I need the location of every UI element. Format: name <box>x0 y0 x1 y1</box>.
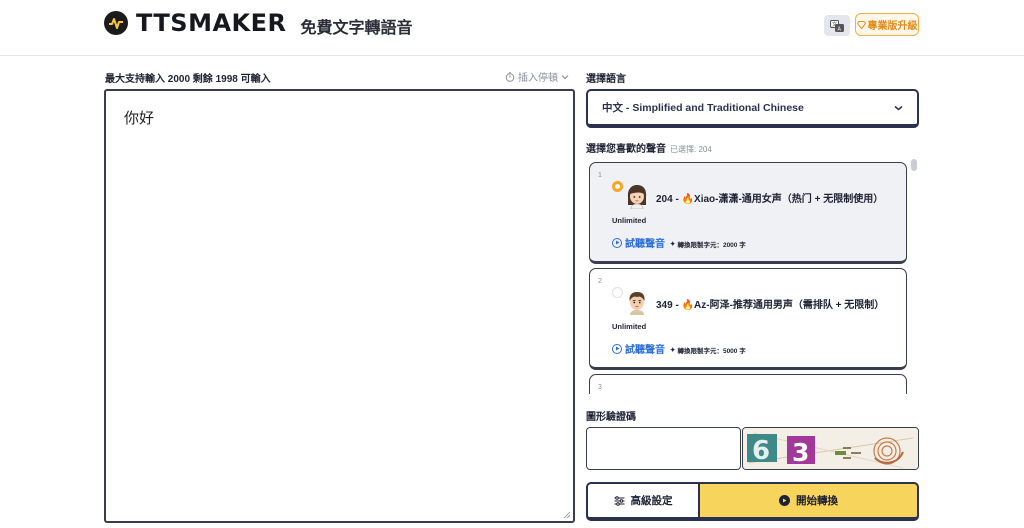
svg-text:3: 3 <box>792 438 809 467</box>
female-avatar-icon <box>627 185 647 209</box>
chevron-down-icon <box>561 74 569 79</box>
captcha-image[interactable]: 6 3 <box>742 427 919 470</box>
voice-label-text: 選擇您喜歡的聲音 <box>586 144 666 155</box>
svg-text:A: A <box>838 26 842 32</box>
voice-card[interactable]: 3 <box>589 374 907 394</box>
start-convert-button[interactable]: 開始轉換 <box>698 482 919 521</box>
voice-char-limit-text: 轉換限製字元：2000 字 <box>677 242 746 249</box>
logo[interactable]: TTSMAKER 免費文字轉語音 <box>104 9 413 37</box>
language-select[interactable]: 中文 - Simplified and Traditional Chinese <box>586 89 919 128</box>
male-avatar-icon <box>629 292 645 315</box>
voice-radio[interactable] <box>612 181 623 192</box>
translate-button[interactable]: 文A <box>824 15 850 36</box>
svg-text:6: 6 <box>752 436 770 466</box>
advanced-settings-label: 高級設定 <box>630 495 673 507</box>
voice-char-limit-text: 轉換限製字元：5000 字 <box>677 348 746 355</box>
sparkle-icon: ✦ <box>670 241 676 248</box>
voice-list[interactable]: 1 204 - 🔥Xiao-潇潇-通用女声（热门 + 无限制使用） Unlimi… <box>586 158 919 394</box>
voice-card[interactable]: 1 204 - 🔥Xiao-潇潇-通用女声（热门 + 无限制使用） Unlimi… <box>589 162 907 264</box>
insert-pause-button[interactable]: 插入停頓 <box>505 69 569 84</box>
preview-voice-button[interactable]: 試聽聲音 <box>612 235 665 250</box>
start-convert-label: 開始轉換 <box>796 495 838 507</box>
voice-badge: Unlimited <box>612 322 647 331</box>
voice-card[interactable]: 2 349 - 🔥Az-阿泽-推荐通用男声（需排队 + 无限制） Unlimit… <box>589 268 907 370</box>
voice-char-limit: ✦ 轉換限製字元：2000 字 <box>670 239 746 249</box>
translate-icon: 文A <box>830 19 844 32</box>
chevron-down-icon <box>894 105 903 110</box>
preview-voice-label: 試聽聲音 <box>625 345 665 356</box>
timer-icon <box>505 71 515 82</box>
char-limit-label: 最大支持輸入 2000 剩餘 1998 可輸入 <box>105 74 271 85</box>
top-header: TTSMAKER 免費文字轉語音 文A 專業版升級 <box>0 0 1024 56</box>
logo-text: TTSMAKER <box>136 9 287 37</box>
diamond-icon <box>856 20 866 29</box>
pro-upgrade-label: 專業版升級 <box>867 21 918 32</box>
captcha-label: 圖形驗證碼 <box>586 412 636 423</box>
text-input[interactable]: 你好 <box>104 89 575 523</box>
voice-list-scrollbar[interactable] <box>911 159 917 171</box>
site-subtitle: 免費文字轉語音 <box>300 20 413 37</box>
preview-voice-button[interactable]: 試聽聲音 <box>612 341 665 356</box>
insert-pause-label: 插入停頓 <box>518 73 558 84</box>
voice-index: 2 <box>598 278 602 285</box>
logo-icon <box>104 11 128 35</box>
voice-char-limit: ✦ 轉換限製字元：5000 字 <box>670 345 746 355</box>
sliders-icon <box>614 495 624 506</box>
sparkle-icon: ✦ <box>670 347 676 354</box>
voice-badge: Unlimited <box>612 216 647 225</box>
voice-radio[interactable] <box>612 287 623 298</box>
captcha-input[interactable] <box>586 427 741 470</box>
text-input-content: 你好 <box>124 110 155 127</box>
language-selected-value: 中文 - Simplified and Traditional Chinese <box>602 102 804 114</box>
play-icon <box>779 495 790 506</box>
language-label: 選擇語言 <box>586 74 626 85</box>
voice-name: 349 - 🔥Az-阿泽-推荐通用男声（需排队 + 无限制） <box>656 300 885 311</box>
pro-upgrade-button[interactable]: 專業版升級 <box>855 13 919 36</box>
play-icon <box>612 343 622 354</box>
resize-handle-icon[interactable] <box>563 511 571 519</box>
voice-index: 3 <box>598 384 602 391</box>
svg-text:文: 文 <box>832 21 837 28</box>
voice-name: 204 - 🔥Xiao-潇潇-通用女声（热门 + 无限制使用） <box>656 194 884 205</box>
preview-voice-label: 試聽聲音 <box>625 239 665 250</box>
advanced-settings-button[interactable]: 高級設定 <box>586 482 698 521</box>
voice-index: 1 <box>598 172 602 179</box>
voice-selected-count: 已選擇: 204 <box>670 145 712 154</box>
voice-label: 選擇您喜歡的聲音 已選擇: 204 <box>586 140 712 155</box>
play-icon <box>612 237 622 248</box>
